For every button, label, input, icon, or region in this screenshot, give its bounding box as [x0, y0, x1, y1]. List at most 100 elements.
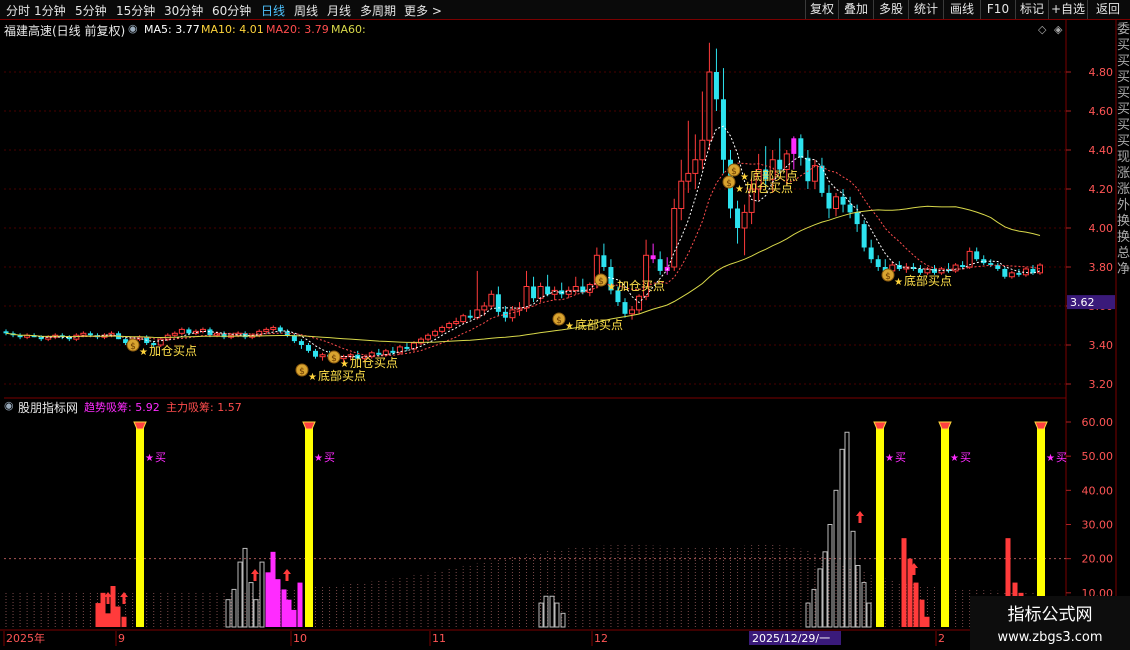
accum-bar: [265, 572, 271, 627]
accum-bar: [270, 551, 276, 627]
accum-bar: [822, 551, 828, 628]
up-arrow-icon: [120, 592, 128, 604]
money-bag-icon: $: [556, 316, 562, 326]
star-icon: ★: [885, 453, 894, 464]
candle-body: [917, 268, 923, 273]
candle-body: [460, 315, 467, 323]
accum-bar: [225, 599, 231, 628]
candle-body: [833, 196, 840, 210]
watermark-title: 指标公式网: [1008, 605, 1093, 625]
date-label: 11: [432, 632, 446, 645]
candle-body: [404, 346, 410, 349]
candle-body: [523, 286, 530, 309]
price-tick-label: 4.80: [1089, 66, 1114, 79]
diamond-icon: [938, 421, 952, 430]
candle-body: [382, 350, 389, 356]
price-tick-label: 3.40: [1089, 339, 1114, 352]
candle-body: [601, 255, 607, 267]
star-icon: ★: [340, 359, 349, 370]
star-icon: ★: [1046, 453, 1055, 464]
candle-body: [840, 196, 846, 205]
accum-bar: [242, 547, 248, 628]
candle-body: [474, 309, 481, 319]
diamond-icon: [302, 421, 316, 430]
signal-annotation: 底部买点: [575, 317, 623, 332]
candle-body: [735, 208, 741, 228]
signal-annotation: 底部买点: [904, 273, 952, 288]
accum-bar: [275, 579, 281, 627]
indicator-tick-label: 30.00: [1082, 519, 1114, 532]
accum-bar: [850, 530, 856, 628]
candle-body: [531, 286, 537, 299]
candle-body: [545, 286, 551, 295]
candle-body: [298, 341, 304, 345]
accum-bar: [817, 568, 823, 628]
kline-chart[interactable]: 4.804.604.404.204.003.803.603.403.203.62…: [0, 0, 1130, 650]
accum-bar: [231, 588, 237, 628]
accum-bar: [907, 558, 913, 627]
ma10-line: [69, 162, 1041, 357]
candle-body: [467, 315, 473, 318]
candle-body: [931, 268, 937, 273]
candle-body: [572, 286, 579, 291]
accum-bar: [110, 586, 116, 627]
star-icon: ★: [735, 184, 744, 195]
buy-signal-column: [941, 422, 949, 627]
candle-body: [791, 138, 797, 154]
candle-body: [207, 329, 213, 336]
star-icon: ★: [607, 282, 616, 293]
candle-body: [854, 212, 860, 225]
accum-bar: [105, 613, 111, 627]
accum-bar: [291, 609, 297, 627]
accum-bar: [924, 616, 930, 627]
money-bag-icon: $: [598, 277, 604, 287]
buy-signal-label: 买: [960, 451, 971, 464]
candle-body: [678, 180, 685, 209]
candle-body: [446, 323, 453, 328]
candle-body: [847, 204, 853, 213]
candle-body: [671, 208, 678, 268]
candle-body: [509, 309, 516, 319]
date-label: 9: [118, 632, 125, 645]
candle-body: [692, 159, 699, 174]
indicator-tick-label: 60.00: [1082, 416, 1114, 429]
candle-body: [38, 337, 44, 340]
candle-body: [481, 305, 488, 311]
candle-body: [741, 211, 748, 229]
candle-body: [868, 247, 874, 260]
accum-bar: [281, 589, 287, 627]
candle-body: [495, 294, 501, 312]
up-arrow-icon: [283, 569, 291, 581]
accum-bar: [866, 602, 872, 628]
diamond-icon: [1034, 421, 1048, 430]
candle-body: [974, 251, 980, 260]
candle-body: [1008, 272, 1015, 278]
candle-body: [439, 326, 446, 332]
candle-body: [425, 334, 432, 340]
candle-body: [1002, 268, 1008, 277]
accum-bar: [259, 561, 265, 628]
accum-bar: [115, 606, 121, 627]
date-cursor-label: 2025/12/29/一: [752, 632, 830, 645]
candle-body: [952, 264, 959, 272]
candle-body: [699, 139, 706, 161]
signal-annotation: 加仓买点: [745, 181, 793, 195]
candle-body: [586, 284, 593, 293]
buy-signal-column: [305, 422, 313, 627]
candle-body: [270, 326, 277, 330]
price-tick-label: 3.20: [1089, 378, 1114, 391]
accum-bar: [913, 582, 919, 627]
price-tick-label: 4.60: [1089, 105, 1114, 118]
candle-body: [783, 153, 790, 170]
accum-bar: [95, 603, 101, 627]
candle-body: [580, 286, 586, 293]
candle-body: [805, 157, 811, 182]
money-bag-icon: $: [885, 272, 891, 282]
candle-body: [1022, 268, 1029, 276]
buy-signal-label: 买: [895, 451, 906, 464]
candle-body: [390, 350, 396, 353]
accum-bar: [901, 538, 907, 627]
money-bag-icon: $: [331, 354, 337, 364]
up-arrow-icon: [251, 569, 259, 581]
money-bag-icon: $: [299, 367, 305, 377]
